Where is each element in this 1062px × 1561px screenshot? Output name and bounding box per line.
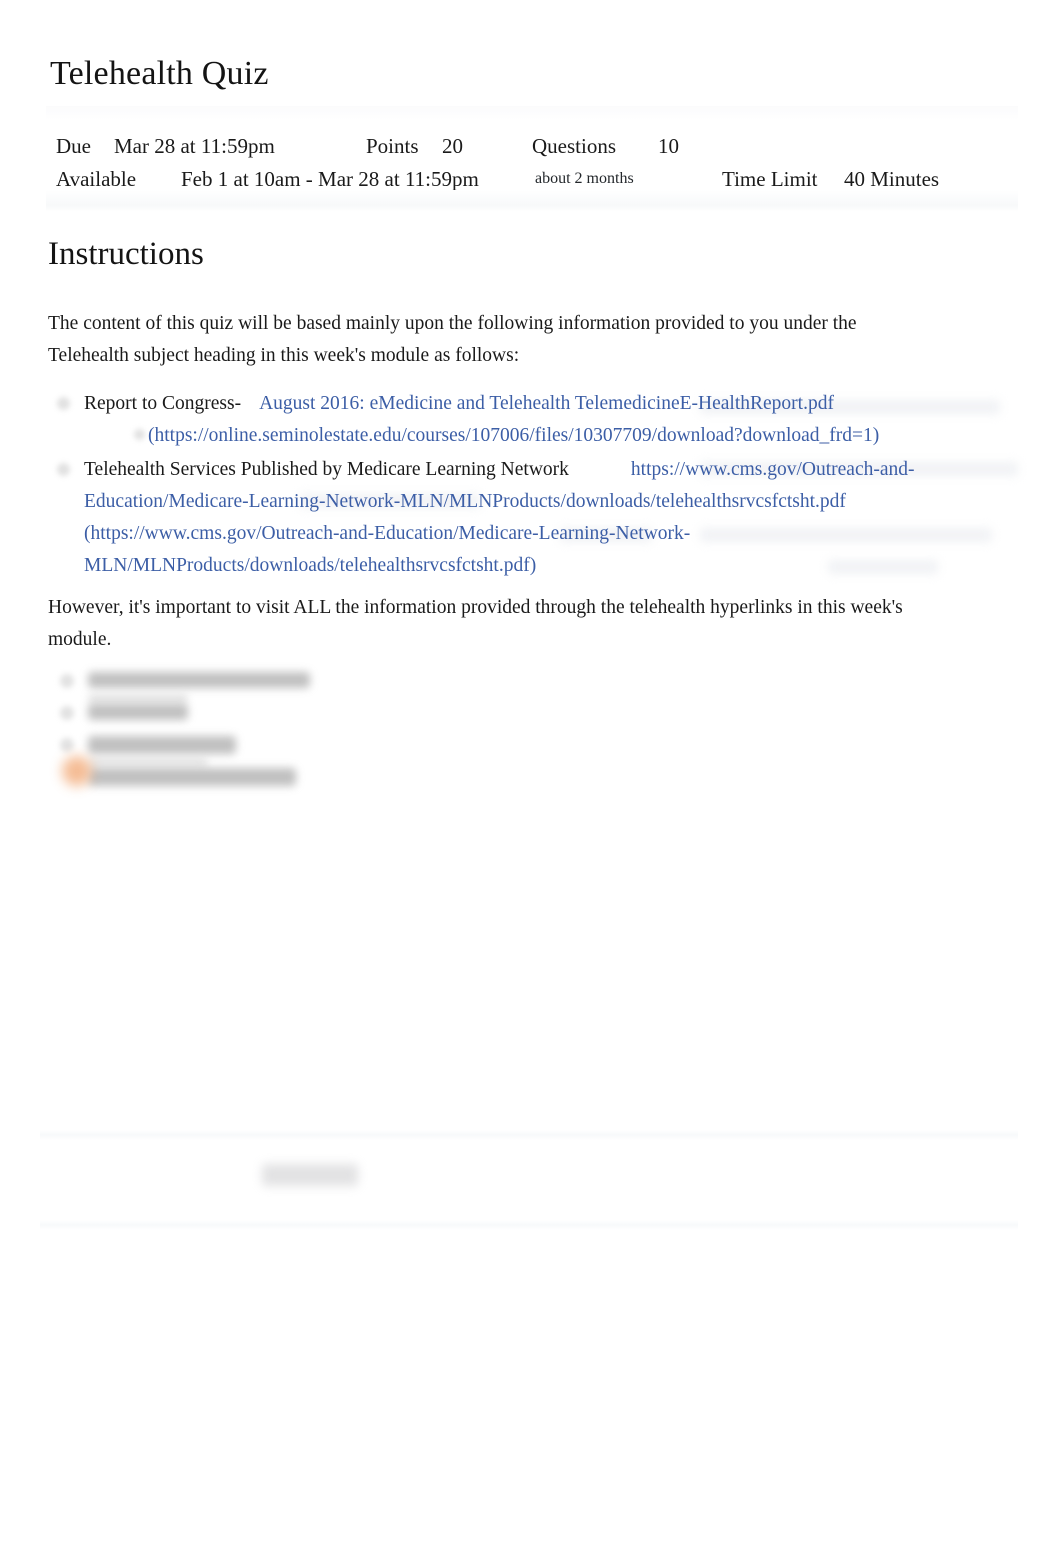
resource-url-1: (https://www.cms.gov/Outreach-and-Educat… (84, 523, 691, 576)
redacted-text (88, 694, 188, 703)
instructions-heading: Instructions (48, 236, 204, 272)
resource-list: Report to Congress- August 2016: eMedicin… (48, 388, 1008, 584)
resource-url-0: (https://online.seminolestate.edu/course… (148, 425, 880, 446)
list-item: Report to Congress- August 2016: eMedicin… (48, 388, 1008, 452)
redacted-content-block (48, 668, 448, 796)
quiz-meta-band: Due Mar 28 at 11:59pm Points 20 Question… (46, 106, 1018, 212)
meta-bottom-divider (46, 190, 1018, 212)
bullet-icon (57, 463, 70, 476)
redacted-text (88, 736, 236, 754)
list-item: Telehealth Services Published by Medicar… (48, 454, 1008, 582)
bullet-icon (57, 397, 70, 410)
bullet-icon (60, 674, 74, 688)
resource-link-0[interactable]: August 2016: eMedicine and Telehealth Te… (259, 393, 834, 414)
bullet-icon (134, 429, 145, 440)
footer-bottom-divider (40, 1220, 1018, 1230)
bullet-icon (60, 738, 74, 752)
quiz-page: Telehealth Quiz Due Mar 28 at 11:59pm Po… (0, 0, 1062, 1561)
redacted-text (88, 672, 310, 688)
redacted-text (88, 768, 296, 786)
instructions-intro-paragraph: The content of this quiz will be based m… (48, 313, 857, 366)
bullet-icon (60, 706, 74, 720)
due-value: Mar 28 at 11:59pm (114, 134, 275, 158)
status-accent-icon (62, 756, 92, 786)
due-label: Due (56, 134, 91, 158)
points-label: Points (366, 134, 419, 158)
redacted-footer-chip (262, 1164, 358, 1186)
instructions-outro-paragraph: However, it's important to visit ALL the… (48, 597, 903, 650)
resource-label-1: Telehealth Services Published by Medicar… (84, 459, 569, 480)
footer-top-divider (40, 1130, 1018, 1140)
footer-band (40, 1124, 1018, 1234)
resource-label-0: Report to Congress- (84, 393, 242, 414)
redacted-text (88, 704, 188, 720)
meta-top-divider (46, 106, 1018, 120)
page-title: Telehealth Quiz (50, 55, 269, 92)
points-value: 20 (442, 134, 463, 158)
questions-value: 10 (658, 134, 679, 158)
questions-label: Questions (532, 134, 616, 158)
redacted-text (88, 758, 208, 766)
